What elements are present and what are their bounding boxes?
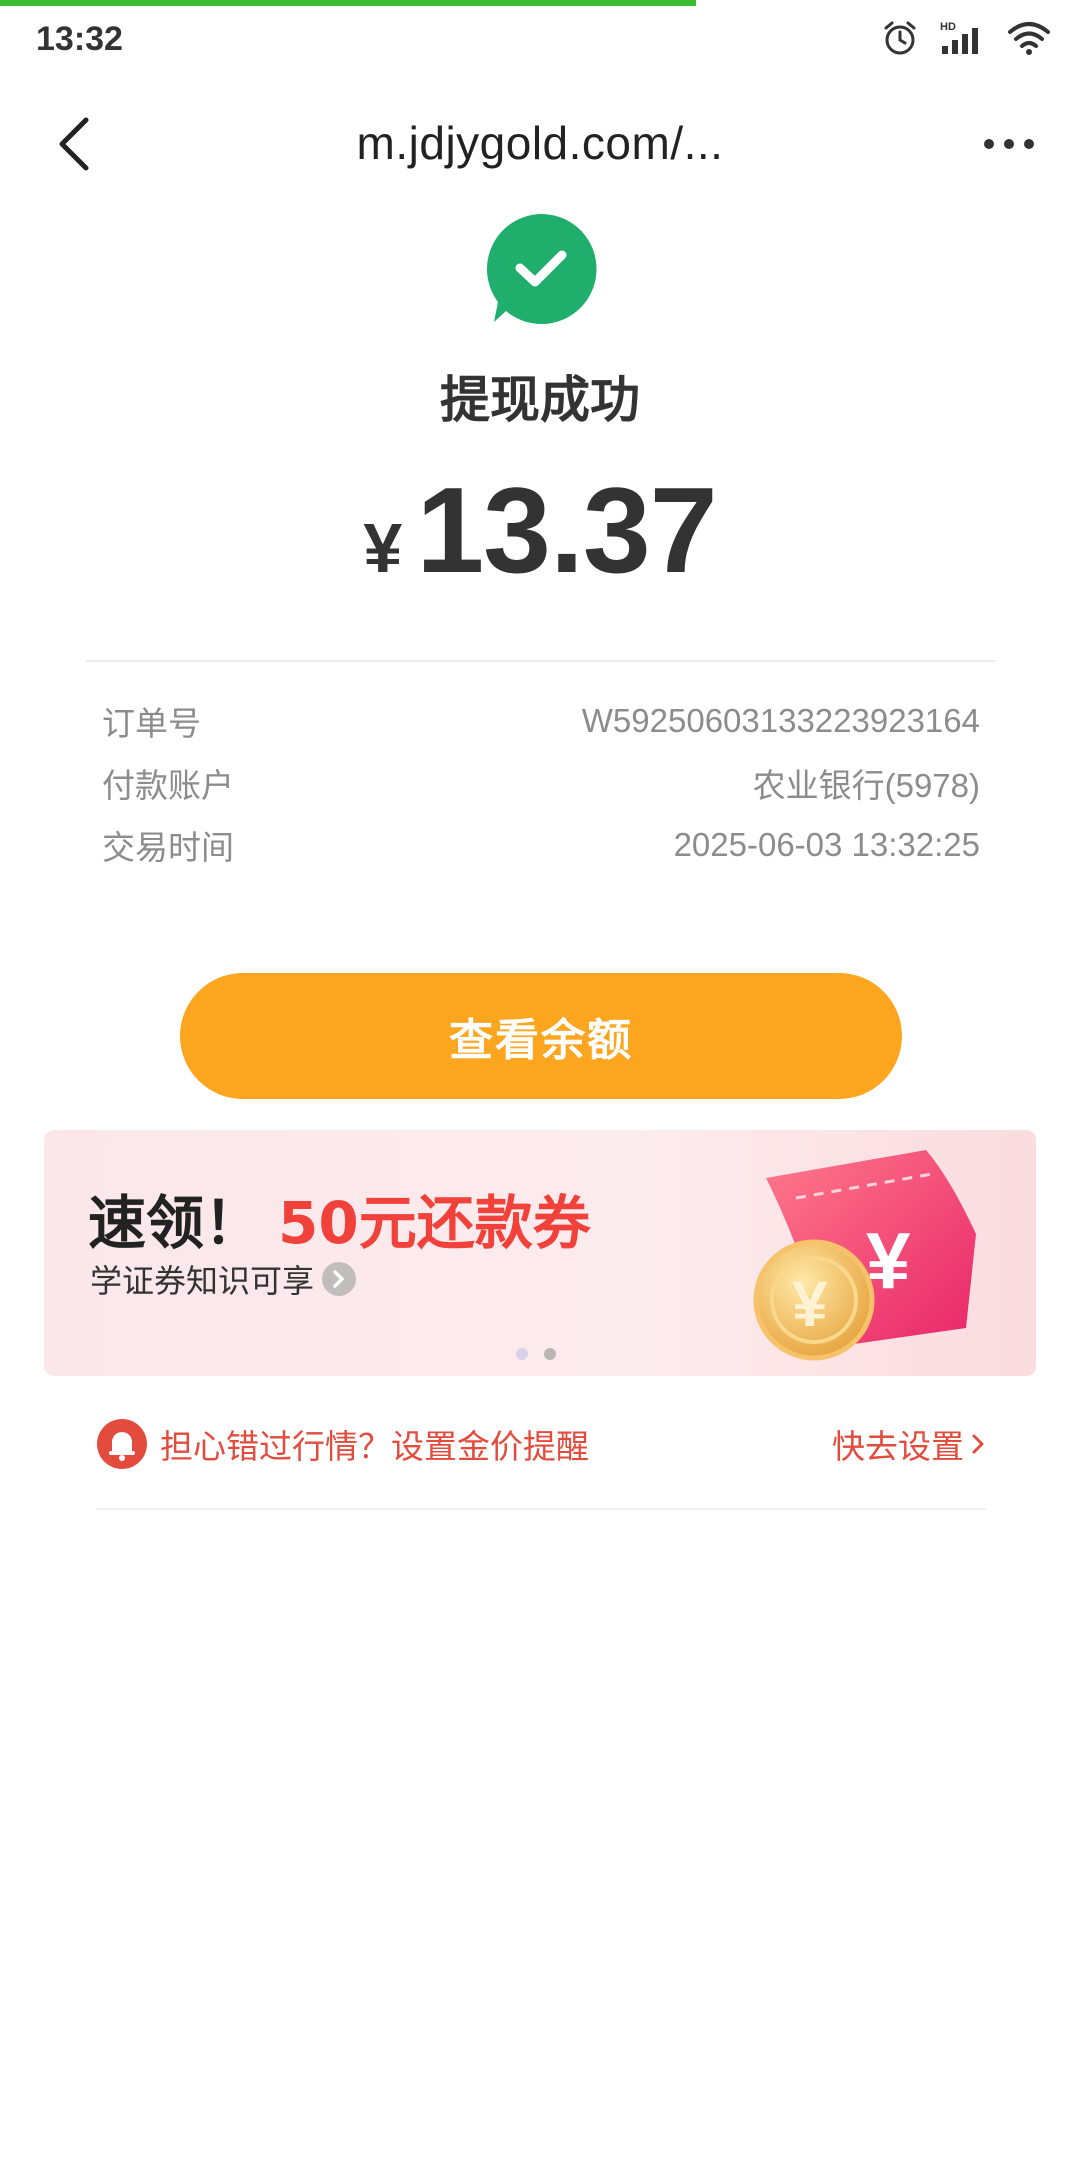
- coupon-coin-illustration: ¥ ¥: [736, 1138, 996, 1368]
- back-button[interactable]: [44, 112, 104, 176]
- browser-nav-bar: m.jdjygold.com/...: [0, 80, 1080, 210]
- page: 13:32 HD m.jdjygold.com/... 提现成功 ¥ 13.37…: [0, 0, 1080, 2160]
- divider: [86, 660, 996, 662]
- detail-label: 订单号: [102, 704, 201, 743]
- detail-row-account: 付款账户 农业银行(5978): [102, 752, 980, 814]
- amount-value: 13.37: [416, 462, 717, 598]
- currency-symbol: ¥: [363, 509, 403, 587]
- check-bubble-icon: [482, 210, 600, 328]
- detail-label: 付款账户: [102, 766, 234, 805]
- svg-text:HD: HD: [940, 21, 956, 33]
- set-reminder-link[interactable]: 快去设置: [832, 1420, 986, 1468]
- banner-subtitle-link[interactable]: 学证券知识可享: [90, 1256, 357, 1302]
- chevron-right-icon: [972, 1434, 984, 1454]
- alarm-icon: [880, 18, 920, 58]
- wifi-icon: [1006, 18, 1052, 58]
- detail-label: 交易时间: [102, 828, 234, 867]
- status-time: 13:32: [36, 20, 123, 58]
- status-icons: HD: [880, 18, 1052, 58]
- reminder-action-label: 快去设置: [832, 1427, 964, 1466]
- bell-icon: [96, 1418, 148, 1470]
- banner-pagination: [516, 1348, 556, 1360]
- detail-value: 2025-06-03 13:32:25: [673, 826, 980, 863]
- status-bar: 13:32 HD: [0, 6, 1080, 72]
- view-balance-button[interactable]: 查看余额: [180, 973, 902, 1099]
- reminder-text: 担心错过行情？设置金价提醒: [160, 1427, 589, 1466]
- detail-row-order-id: 订单号 W5925060313322392316‌4: [102, 690, 980, 752]
- hd-signal-icon: HD: [938, 18, 988, 58]
- banner-headline-prefix: 速领！: [88, 1189, 263, 1257]
- banner-subtitle: 学证券知识可享: [90, 1262, 315, 1300]
- promo-banner[interactable]: 速领！ 50元还款券 学证券知识可享 ¥ ¥: [44, 1130, 1036, 1376]
- more-options-button[interactable]: [974, 124, 1044, 164]
- reminder-left: 担心错过行情？设置金价提醒: [96, 1418, 589, 1470]
- chevron-left-icon: [59, 117, 89, 171]
- page-url-title: m.jdjygold.com/...: [356, 117, 724, 169]
- transaction-details: 订单号 W5925060313322392316‌4 付款账户 农业银行(597…: [102, 690, 980, 876]
- pagination-dot-active: [516, 1348, 528, 1360]
- svg-text:¥: ¥: [792, 1268, 828, 1340]
- banner-headline: 速领！ 50元还款券: [88, 1176, 591, 1260]
- success-title: 提现成功: [440, 371, 640, 429]
- amount-display: ¥ 13.37: [0, 460, 1080, 600]
- banner-headline-highlight: 50元还款券: [278, 1189, 591, 1257]
- detail-value: 农业银行(5978): [752, 767, 980, 804]
- pagination-dot: [544, 1348, 556, 1360]
- detail-value: W5925060313322392316‌4: [581, 702, 980, 739]
- detail-row-time: 交易时间 2025-06-03 13:32:25: [102, 814, 980, 876]
- divider: [96, 1508, 986, 1510]
- more-dots-icon: [984, 139, 994, 149]
- arrow-right-circle-icon: [322, 1262, 357, 1296]
- price-alert-reminder[interactable]: 担心错过行情？设置金价提醒 快去设置: [96, 1412, 986, 1476]
